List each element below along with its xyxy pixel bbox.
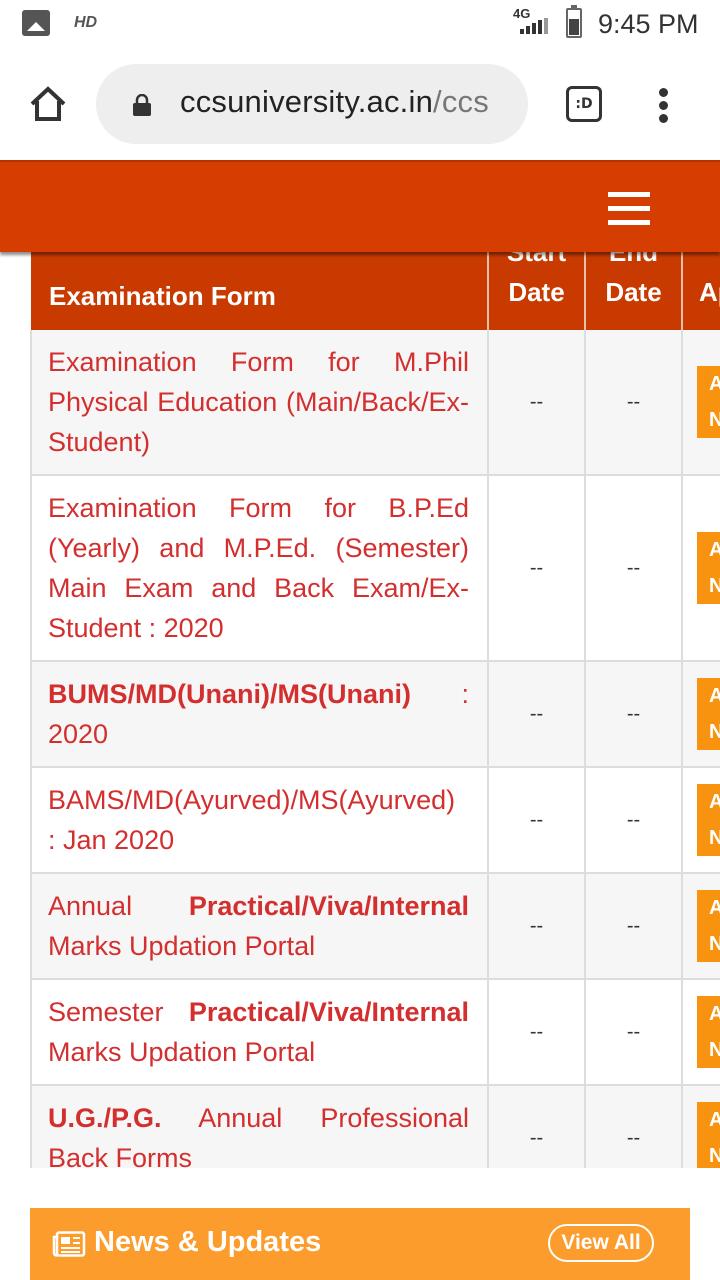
table-row: BAMS/MD(Ayurved)/MS(Ayurved) : Jan 2020 … <box>30 767 720 874</box>
apply-cell: AN <box>681 1085 720 1168</box>
home-icon[interactable] <box>28 84 68 124</box>
signal-icon <box>520 18 548 34</box>
table-row: Examination Form for B.P.Ed (Yearly) and… <box>30 475 720 662</box>
examination-table-container[interactable]: Examination Form Start Date End Date Ap Ex… <box>30 250 720 1168</box>
start-date-cell: -- <box>487 475 586 662</box>
news-updates-bar: News & Updates View All <box>30 1208 690 1280</box>
start-date-cell: -- <box>487 661 586 768</box>
form-text-after: Marks Updation Portal <box>48 1037 316 1067</box>
start-date-cell: -- <box>487 1085 586 1168</box>
url-path: /ccs <box>433 84 489 119</box>
hamburger-menu-icon[interactable] <box>608 192 650 226</box>
news-title: News & Updates <box>94 1226 322 1258</box>
form-text-after: Marks Updation Portal <box>48 931 316 961</box>
apply-cell: AN <box>681 873 720 980</box>
apply-button-top: A <box>709 1003 720 1025</box>
apply-button-top: A <box>709 791 720 813</box>
end-date-cell: -- <box>584 475 683 662</box>
url-domain: ccsuniversity.ac.in <box>180 84 434 119</box>
form-text-bold: U.G./P.G. <box>48 1103 162 1133</box>
header-start-bottom: Date <box>508 277 565 307</box>
form-text: Examination Form for M.Phil Physical Edu… <box>48 347 469 457</box>
end-date-cell: -- <box>584 767 683 874</box>
apply-cell: AN <box>681 661 720 768</box>
apply-button-top: A <box>709 539 720 561</box>
view-all-button[interactable]: View All <box>548 1224 654 1262</box>
apply-button[interactable]: AN <box>697 1102 720 1168</box>
table-row: U.G./P.G. Annual Professional Back Forms… <box>30 1085 720 1168</box>
table-row: Semester Practical/Viva/Internal Marks U… <box>30 979 720 1086</box>
header-examination-form: Examination Form <box>31 250 489 330</box>
form-text-before: Semester <box>48 997 189 1027</box>
form-link[interactable]: BUMS/MD(Unani)/MS(Unani) : 2020 <box>30 661 489 768</box>
end-date-cell: -- <box>584 330 683 476</box>
apply-button-bottom: N <box>709 409 720 431</box>
form-text-before: Annual <box>48 891 189 921</box>
form-link[interactable]: U.G./P.G. Annual Professional Back Forms <box>30 1085 489 1168</box>
end-date-cell: -- <box>584 661 683 768</box>
url-text: ccsuniversity.ac.in/ccs <box>180 84 489 120</box>
form-link[interactable]: Examination Form for B.P.Ed (Yearly) and… <box>30 475 489 662</box>
overflow-menu-icon[interactable] <box>654 88 674 124</box>
battery-icon <box>566 5 582 38</box>
apply-button[interactable]: AN <box>697 678 720 750</box>
apply-button-bottom: N <box>709 933 720 955</box>
apply-button[interactable]: AN <box>697 996 720 1068</box>
end-date-cell: -- <box>584 873 683 980</box>
address-bar[interactable]: ccsuniversity.ac.in/ccs <box>96 64 528 144</box>
apply-cell: AN <box>681 979 720 1086</box>
form-text-bold: Practical/Viva/Internal <box>188 891 469 921</box>
table-header-row: Examination Form Start Date End Date Ap <box>31 250 720 330</box>
hd-indicator: HD <box>74 14 98 31</box>
gallery-notification-icon <box>22 10 50 36</box>
form-link[interactable]: Examination Form for M.Phil Physical Edu… <box>30 330 489 476</box>
start-date-cell: -- <box>487 767 586 874</box>
header-end-top: End <box>608 250 659 267</box>
form-text-bold: BUMS/MD(Unani)/MS(Unani) <box>48 679 411 709</box>
form-text-bold: Practical/Viva/Internal <box>188 997 469 1027</box>
header-end-date: End Date <box>585 250 683 330</box>
start-date-cell: -- <box>487 979 586 1086</box>
apply-button-bottom: N <box>709 575 720 597</box>
apply-button-bottom: N <box>709 1145 720 1167</box>
table-row: Annual Practical/Viva/Internal Marks Upd… <box>30 873 720 980</box>
browser-toolbar: ccsuniversity.ac.in/ccs :D <box>0 50 720 160</box>
header-end-bottom: Date <box>605 277 662 307</box>
form-text: Examination Form for B.P.Ed (Yearly) and… <box>48 493 469 643</box>
apply-button[interactable]: AN <box>697 890 720 962</box>
apply-button[interactable]: AN <box>697 784 720 856</box>
apply-cell: AN <box>681 330 720 476</box>
newspaper-icon <box>52 1231 86 1257</box>
apply-button[interactable]: AN <box>697 366 720 438</box>
apply-button-top: A <box>709 1109 720 1131</box>
apply-button-top: A <box>709 373 720 395</box>
lock-icon <box>132 93 152 116</box>
apply-button[interactable]: AN <box>697 532 720 604</box>
apply-button-top: A <box>709 897 720 919</box>
apply-button-bottom: N <box>709 827 720 849</box>
table-row: Examination Form for M.Phil Physical Edu… <box>30 330 720 476</box>
start-date-cell: -- <box>487 873 586 980</box>
form-link[interactable]: Semester Practical/Viva/Internal Marks U… <box>30 979 489 1086</box>
header-apply: Ap <box>682 250 720 330</box>
status-bar: HD 4G 9:45 PM <box>0 0 720 50</box>
tab-switcher-button[interactable]: :D <box>566 86 602 122</box>
header-start-date: Start Date <box>488 250 586 330</box>
site-header <box>0 160 720 252</box>
end-date-cell: -- <box>584 1085 683 1168</box>
header-start-top: Start <box>506 250 567 267</box>
end-date-cell: -- <box>584 979 683 1086</box>
clock: 9:45 PM <box>598 9 699 39</box>
apply-cell: AN <box>681 475 720 662</box>
apply-button-bottom: N <box>709 1039 720 1061</box>
form-text: BAMS/MD(Ayurved)/MS(Ayurved) : Jan 2020 <box>48 785 456 855</box>
examination-table: Examination Form Start Date End Date Ap Ex… <box>30 250 720 1168</box>
start-date-cell: -- <box>487 330 586 476</box>
apply-cell: AN <box>681 767 720 874</box>
form-link[interactable]: BAMS/MD(Ayurved)/MS(Ayurved) : Jan 2020 <box>30 767 489 874</box>
form-link[interactable]: Annual Practical/Viva/Internal Marks Upd… <box>30 873 489 980</box>
table-row: BUMS/MD(Unani)/MS(Unani) : 2020 -- -- AN <box>30 661 720 768</box>
apply-button-top: A <box>709 685 720 707</box>
apply-button-bottom: N <box>709 721 720 743</box>
